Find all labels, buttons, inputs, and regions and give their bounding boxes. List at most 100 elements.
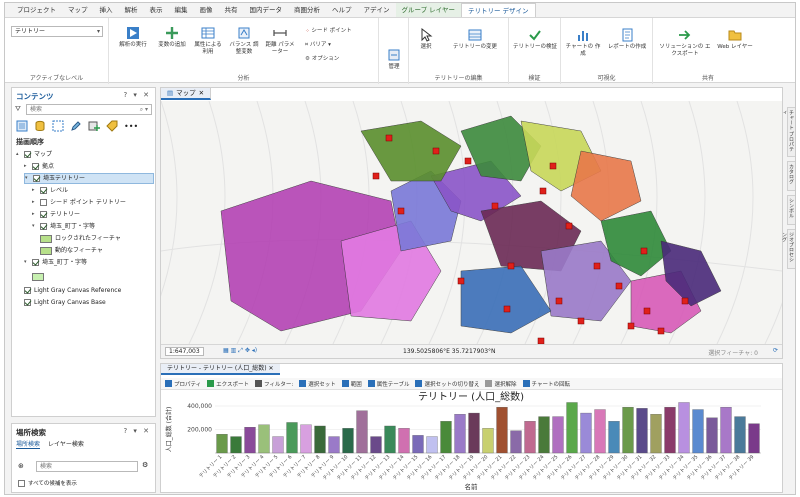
ribbon-tab-12[interactable]: グループ レイヤー — [395, 3, 461, 17]
layer-visibility-checkbox[interactable] — [33, 175, 40, 182]
change-territory-button[interactable]: テリトリーの変更 — [443, 28, 507, 51]
layer-item[interactable]: Light Gray Canvas Reference — [24, 285, 121, 296]
create-report-button[interactable]: レポートの作成 — [603, 28, 651, 51]
dock-tab-catalog[interactable]: カタログ — [787, 161, 795, 191]
barrier-button[interactable]: ⌗ バリア ▾ — [305, 40, 331, 49]
layer-visibility-checkbox[interactable] — [24, 299, 31, 306]
layer-item[interactable] — [32, 271, 47, 282]
expand-icon[interactable]: ▸ — [32, 197, 39, 208]
ribbon-tab-8[interactable]: 国内データ — [244, 3, 289, 17]
symbol-swatch[interactable] — [40, 234, 52, 243]
map-scale[interactable]: 1:647,003 — [165, 347, 204, 356]
level-dropdown[interactable]: テリトリー ▾ — [11, 26, 103, 37]
balance-variable-button[interactable]: バランス 調整変数 — [227, 26, 261, 56]
expand-icon[interactable]: ▸ — [32, 185, 39, 196]
contents-search-input[interactable]: 検索 ⌕ ▾ — [26, 104, 152, 115]
show-all-checkbox[interactable] — [18, 479, 25, 487]
expand-icon[interactable]: ▸ — [32, 209, 39, 220]
ribbon-tab-0[interactable]: プロジェクト — [11, 3, 62, 17]
chart-tab[interactable]: テリトリー - テリトリー (人口_総数) ✕ — [161, 364, 280, 375]
ribbon-tab-6[interactable]: 画像 — [194, 3, 219, 17]
select-button[interactable]: 選択 — [411, 28, 441, 51]
dock-tab-properties[interactable]: チャート プロパティ — [781, 107, 795, 157]
selection-icon[interactable] — [52, 120, 64, 132]
layer-visibility-checkbox[interactable] — [32, 259, 39, 266]
add-variable-button[interactable]: 変数の追加 — [155, 26, 189, 49]
tab-layer-search[interactable]: レイヤー検索 — [48, 439, 84, 449]
layer-item[interactable]: ▾ 埼玉_町丁・字等 — [24, 257, 87, 268]
layer-visibility-checkbox[interactable] — [40, 199, 47, 206]
ribbon-tab-2[interactable]: 挿入 — [94, 3, 119, 17]
expand-icon[interactable]: ▾ — [25, 173, 32, 184]
layer-item[interactable]: Light Gray Canvas Base — [24, 297, 106, 308]
locate-pane-controls[interactable]: ? ▾ ✕ — [123, 427, 151, 435]
expand-icon[interactable]: ▾ — [24, 257, 31, 268]
layer-visibility-checkbox[interactable] — [40, 223, 47, 230]
symbol-swatch[interactable] — [32, 272, 44, 281]
snapping-icon[interactable] — [88, 120, 100, 132]
chart-toolbar-item[interactable]: エクスポート — [207, 380, 249, 388]
symbol-swatch[interactable] — [40, 246, 52, 255]
expand-icon[interactable]: ▴ — [16, 149, 23, 160]
ribbon-tab-4[interactable]: 表示 — [144, 3, 169, 17]
layer-item[interactable]: ▸ レベル — [32, 185, 68, 196]
chart-toolbar-item[interactable]: チャートの回転 — [522, 380, 570, 388]
run-solve-button[interactable]: 解析の実行 — [115, 26, 151, 49]
chart-toolbar-item[interactable]: プロパティ — [165, 380, 201, 388]
layer-visibility-checkbox[interactable] — [24, 151, 31, 158]
filter-icon[interactable]: ⛛ — [15, 105, 21, 114]
ribbon-tab-1[interactable]: マップ — [62, 3, 94, 17]
create-chart-button[interactable]: チャートの 作成 — [565, 28, 601, 58]
layer-item[interactable]: ▴ マップ — [16, 149, 52, 160]
ribbon-tab-3[interactable]: 解析 — [119, 3, 144, 17]
chart-toolbar-item[interactable]: フィルター: — [255, 380, 293, 388]
options-button[interactable]: ⚙ オプション — [305, 54, 339, 62]
layer-item[interactable]: ロックされたフィーチャ — [40, 233, 121, 244]
layer-item[interactable]: ▸ 拠点 — [24, 161, 54, 172]
edit-icon[interactable] — [70, 120, 82, 132]
chart-toolbar-item[interactable]: 選択セットの切り替え — [415, 380, 479, 388]
attribute-balance-button[interactable]: 属性による 利用 — [191, 26, 225, 56]
map-nav-icons[interactable]: ▦ ▥ ⤢ ✥ ◂) — [223, 347, 257, 355]
expand-icon[interactable]: ▾ — [32, 221, 39, 232]
expand-icon[interactable]: ▸ — [24, 161, 31, 172]
layer-visibility-checkbox[interactable] — [24, 287, 31, 294]
locator-icon[interactable]: ⊛ — [18, 462, 24, 470]
refresh-icon[interactable]: ⟳ — [773, 347, 778, 354]
close-icon[interactable]: ✕ — [199, 88, 204, 99]
map-canvas[interactable] — [161, 101, 782, 344]
map-tab[interactable]: ▤ マップ ✕ — [161, 88, 212, 100]
ribbon-tab-13[interactable]: テリトリー デザイン — [460, 3, 536, 18]
manage-button[interactable]: 管理 — [381, 48, 407, 71]
draw-order-icon[interactable] — [16, 120, 28, 132]
seed-point-button[interactable]: ⁘ シード ポイント — [305, 26, 352, 34]
gear-icon[interactable]: ⚙ — [142, 461, 148, 469]
web-layer-button[interactable]: Web レイヤー — [717, 28, 753, 51]
chart-toolbar-item[interactable]: 選択解除 — [485, 380, 517, 388]
layer-item[interactable]: ▸ テリトリー — [32, 209, 80, 220]
layer-item[interactable]: ▸ シード ポイント テリトリー — [32, 197, 126, 208]
chart-toolbar-item[interactable]: 範囲 — [341, 380, 362, 388]
more-icon[interactable]: ••• — [124, 122, 138, 131]
chart-toolbar-item[interactable]: 属性テーブル — [367, 380, 409, 388]
layer-visibility-checkbox[interactable] — [40, 187, 47, 194]
layer-item[interactable]: 動的なフィーチャ — [40, 245, 103, 256]
ribbon-tab-7[interactable]: 共有 — [219, 3, 244, 17]
ribbon-tab-9[interactable]: 商圏分析 — [288, 3, 326, 17]
data-source-icon[interactable] — [34, 120, 46, 132]
locate-search-input[interactable]: 検索 — [36, 461, 138, 472]
show-all-option[interactable]: すべての候補を表示 — [18, 479, 77, 487]
layer-visibility-checkbox[interactable] — [32, 163, 39, 170]
dock-tab-geoprocessing[interactable]: ジオプロセシング — [781, 229, 795, 269]
tab-locate[interactable]: 場所検索 — [16, 439, 41, 449]
ribbon-tab-11[interactable]: アデイン — [358, 3, 396, 17]
verify-territory-button[interactable]: テリトリーの検証 — [511, 28, 559, 51]
dock-tab-symbology[interactable]: シンボル — [787, 195, 795, 225]
layer-item[interactable]: ▾ 埼玉_町丁・字等 — [32, 221, 95, 232]
close-icon[interactable]: ✕ — [269, 365, 274, 372]
distance-param-button[interactable]: 距離 パラメーター — [263, 26, 297, 56]
layer-visibility-checkbox[interactable] — [40, 211, 47, 218]
ribbon-tab-10[interactable]: ヘルプ — [326, 3, 358, 17]
chart-toolbar-item[interactable]: 選択セット — [299, 380, 336, 388]
layer-item[interactable]: ▾ 埼玉テリトリー — [24, 173, 154, 184]
